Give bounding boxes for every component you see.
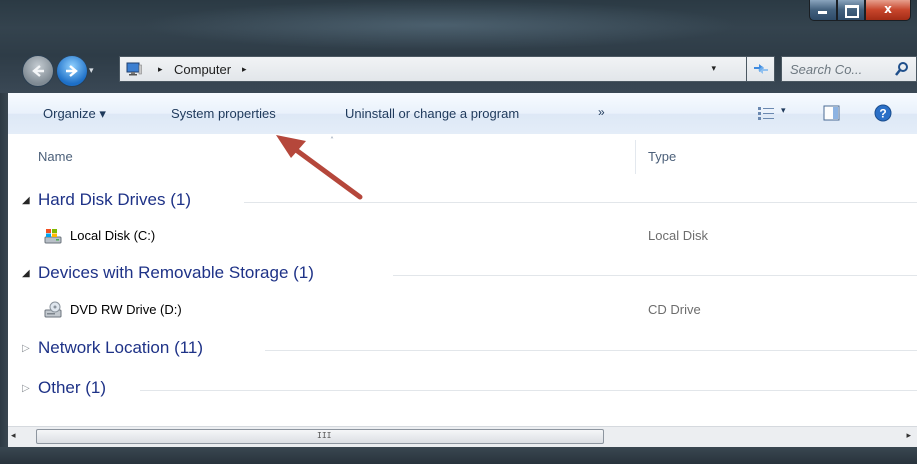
list-item-dvd-drive[interactable]: DVD RW Drive (D:) CD Drive [8, 298, 917, 322]
collapse-triangle-icon[interactable]: ▷ [22, 343, 30, 354]
item-type: Local Disk [648, 228, 708, 243]
group-removable-storage[interactable]: ◢ Devices with Removable Storage (1) [8, 262, 917, 286]
minimize-button[interactable] [809, 0, 837, 21]
item-name: DVD RW Drive (D:) [70, 302, 182, 317]
item-type: CD Drive [648, 302, 701, 317]
group-divider-line [265, 350, 917, 351]
search-box[interactable]: Search Co... [781, 56, 917, 82]
computer-icon [126, 62, 142, 76]
forward-arrow-icon [66, 65, 78, 77]
search-icon[interactable] [894, 61, 910, 77]
forward-button[interactable] [56, 55, 88, 87]
horizontal-scrollbar[interactable]: ◂ III ▸ [8, 426, 917, 448]
back-arrow-icon [32, 65, 44, 77]
group-divider-line [140, 390, 917, 391]
group-label[interactable]: Other (1) [38, 378, 106, 398]
list-item-local-disk[interactable]: Local Disk (C:) Local Disk [8, 224, 917, 248]
uninstall-program-button[interactable]: Uninstall or change a program [345, 106, 519, 121]
title-glow [140, 0, 740, 50]
address-dropdown-button[interactable]: ▾ [711, 64, 716, 74]
organize-button[interactable]: Organize ▾ [43, 106, 106, 122]
change-view-icon[interactable] [757, 106, 775, 120]
explorer-window: x ▾ ▸ Computer ▸ ▾ Search Co... Organize… [0, 0, 917, 464]
history-dropdown-button[interactable]: ▾ [89, 66, 94, 76]
column-header-type[interactable]: Type [648, 149, 676, 164]
view-options-dropdown[interactable]: ▾ [781, 106, 786, 116]
maximize-button[interactable] [837, 0, 865, 21]
breadcrumb-computer[interactable]: Computer [174, 62, 231, 77]
back-button[interactable] [22, 55, 54, 87]
expand-triangle-icon[interactable]: ◢ [22, 268, 30, 279]
system-properties-button[interactable]: System properties [171, 106, 276, 121]
hard-disk-icon [44, 229, 62, 244]
group-hard-disk-drives[interactable]: ◢ Hard Disk Drives (1) [8, 189, 917, 213]
window-left-frame [0, 93, 8, 464]
column-divider[interactable] [635, 140, 636, 174]
group-label[interactable]: Network Location (11) [38, 338, 203, 358]
dvd-drive-icon [44, 301, 62, 318]
scrollbar-grip: III [317, 431, 332, 440]
help-icon[interactable]: ? [874, 104, 892, 122]
refresh-icon [753, 64, 768, 74]
preview-pane-icon[interactable] [823, 105, 840, 121]
group-other[interactable]: ▷ Other (1) [8, 377, 917, 401]
caption-buttons: x [809, 0, 911, 22]
group-divider-line [244, 202, 917, 203]
sort-indicator-icon: ˄ [330, 136, 334, 145]
group-divider-line [393, 275, 917, 276]
close-icon: x [884, 2, 892, 16]
breadcrumb-separator[interactable]: ▸ [158, 64, 163, 75]
collapse-triangle-icon[interactable]: ▷ [22, 383, 30, 394]
item-name: Local Disk (C:) [70, 228, 156, 243]
column-header-row: Name ˄ Type [8, 134, 917, 178]
column-header-name[interactable]: Name [38, 149, 73, 164]
scrollbar-thumb[interactable]: III [36, 429, 604, 444]
expand-triangle-icon[interactable]: ◢ [22, 195, 30, 206]
close-button[interactable]: x [865, 0, 911, 21]
group-network-location[interactable]: ▷ Network Location (11) [8, 337, 917, 361]
group-label[interactable]: Hard Disk Drives (1) [38, 190, 191, 210]
group-label[interactable]: Devices with Removable Storage (1) [38, 263, 314, 283]
svg-text:?: ? [879, 107, 886, 121]
window-bottom-frame [0, 447, 917, 464]
more-commands-button[interactable]: » [598, 105, 605, 119]
file-list: Name ˄ Type ◢ Hard Disk Drives (1) Local… [8, 134, 917, 426]
breadcrumb-chevron[interactable]: ▸ [242, 64, 247, 75]
search-placeholder: Search Co... [790, 62, 863, 77]
refresh-button[interactable] [747, 56, 775, 82]
scroll-right-arrow[interactable]: ▸ [906, 431, 911, 441]
command-bar: Organize ▾ System properties Uninstall o… [8, 93, 917, 135]
scroll-left-arrow[interactable]: ◂ [11, 431, 16, 441]
address-bar[interactable]: ▸ Computer ▸ ▾ [119, 56, 747, 82]
